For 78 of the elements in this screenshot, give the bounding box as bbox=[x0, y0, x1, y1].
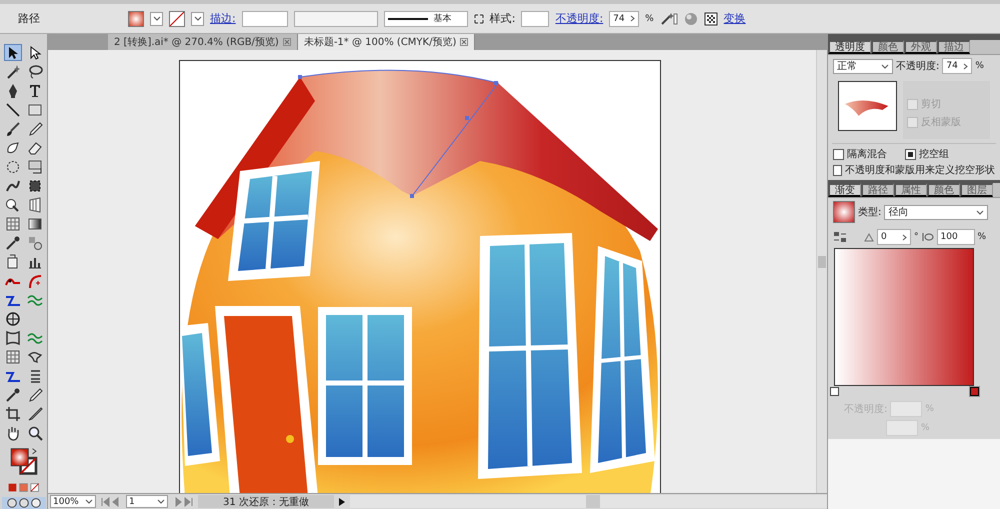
caret-icon[interactable] bbox=[881, 64, 889, 68]
document-tab[interactable]: 未标题-1* @ 100% (CMYK/预览) bbox=[298, 34, 476, 50]
panel-tab[interactable]: 路径 bbox=[861, 183, 894, 197]
thumbnail-preview bbox=[838, 81, 898, 131]
brush-field[interactable]: 基本 bbox=[384, 10, 468, 26]
gradient-ramp[interactable] bbox=[834, 248, 974, 386]
aspect-ratio-icon bbox=[922, 232, 934, 242]
panel-tab[interactable]: 颜色 bbox=[927, 183, 960, 197]
degree-label: ° bbox=[914, 232, 918, 242]
variable-width-field[interactable] bbox=[294, 10, 378, 26]
fill-swatch[interactable] bbox=[128, 10, 144, 26]
stroke-link[interactable]: 描边: bbox=[210, 11, 236, 26]
envelope-distort-icon[interactable] bbox=[4, 329, 22, 346]
crosshair-icon[interactable] bbox=[4, 310, 22, 327]
close-icon[interactable] bbox=[282, 38, 291, 46]
mesh-icon[interactable] bbox=[4, 215, 22, 232]
checkbox[interactable]: 隔离混合 bbox=[833, 147, 887, 161]
opacity-field[interactable]: 74 bbox=[942, 58, 972, 74]
checkbox[interactable]: 挖空组 bbox=[905, 147, 949, 161]
document-tab[interactable]: 2 [转换].ai* @ 270.4% (RGB/预览) bbox=[108, 34, 298, 50]
gradient-swatch[interactable] bbox=[833, 201, 855, 223]
align-icon[interactable] bbox=[474, 14, 484, 24]
percent-label: % bbox=[925, 404, 934, 414]
caret-icon[interactable] bbox=[194, 16, 202, 21]
panel-tab[interactable]: 外观 bbox=[904, 40, 937, 54]
horizontal-scrollbar[interactable] bbox=[350, 495, 827, 508]
reverse-gradient-icon[interactable] bbox=[833, 231, 847, 243]
stop-location-field[interactable] bbox=[886, 420, 918, 436]
caret-icon[interactable] bbox=[152, 16, 160, 21]
angle-icon bbox=[864, 232, 874, 242]
status-menu-arrow-icon[interactable] bbox=[338, 496, 346, 506]
dropdown-button[interactable] bbox=[150, 12, 163, 26]
caret-icon[interactable] bbox=[157, 499, 165, 504]
zoom-field[interactable]: 100% bbox=[50, 495, 96, 508]
checkbox[interactable]: 不透明度和蒙版用来定义挖空形状 bbox=[833, 163, 995, 177]
eyedropper-icon[interactable] bbox=[4, 386, 22, 403]
recolor-icon[interactable] bbox=[660, 12, 678, 26]
percent-label: % bbox=[975, 61, 984, 71]
type-label: 类型: bbox=[858, 206, 882, 219]
panel-tab[interactable]: 颜色 bbox=[871, 40, 904, 54]
angle-field[interactable]: 0 bbox=[877, 229, 911, 245]
style-label: 样式: bbox=[490, 11, 516, 26]
transform-link[interactable]: 变换 bbox=[724, 11, 746, 26]
aspect-ratio-field[interactable]: 100 bbox=[936, 229, 974, 245]
stroke-none-swatch[interactable] bbox=[169, 10, 185, 26]
dropdown-button[interactable] bbox=[191, 12, 204, 26]
page-field[interactable]: 1 bbox=[126, 495, 168, 508]
percent-label: % bbox=[921, 423, 930, 433]
percent-label: % bbox=[645, 14, 654, 24]
draw-mode-icon[interactable] bbox=[2, 497, 46, 509]
panel-tab[interactable]: 图层 bbox=[960, 183, 993, 197]
panel-tab[interactable]: 透明度 bbox=[828, 40, 871, 54]
percent-label: % bbox=[978, 232, 986, 242]
style-field[interactable] bbox=[521, 10, 550, 26]
gradient-type-dropdown[interactable]: 径向 bbox=[884, 204, 988, 220]
panel-tab[interactable]: 描边 bbox=[937, 40, 970, 54]
stroke-weight-field[interactable] bbox=[242, 10, 288, 26]
crop-icon[interactable] bbox=[4, 405, 22, 422]
opacity-label: 不透明度: bbox=[896, 60, 940, 73]
scale-icon[interactable] bbox=[26, 158, 44, 175]
blend-mode-dropdown[interactable]: 正常 bbox=[833, 58, 893, 74]
caret-icon[interactable] bbox=[976, 210, 984, 214]
knife-icon[interactable] bbox=[26, 405, 44, 422]
opacity-field[interactable]: 74 bbox=[609, 10, 640, 26]
gradient-stop[interactable] bbox=[830, 387, 839, 396]
object-type-label: 路径 bbox=[17, 11, 41, 26]
grid-icon[interactable] bbox=[704, 12, 718, 26]
vertical-scrollbar[interactable] bbox=[816, 50, 827, 493]
caret-icon[interactable] bbox=[85, 499, 93, 504]
opacity-link[interactable]: 不透明度: bbox=[555, 11, 604, 26]
eyedropper-icon[interactable] bbox=[4, 234, 22, 251]
mesh-icon[interactable] bbox=[4, 348, 22, 365]
panel-tab[interactable]: 渐变 bbox=[828, 183, 861, 197]
line-icon[interactable] bbox=[4, 101, 22, 118]
close-icon[interactable] bbox=[460, 38, 468, 46]
status-message: 31 次还原：无重做 bbox=[198, 495, 334, 508]
panel-tab[interactable]: 属性 bbox=[894, 183, 927, 197]
stop-opacity-field[interactable] bbox=[890, 401, 922, 417]
